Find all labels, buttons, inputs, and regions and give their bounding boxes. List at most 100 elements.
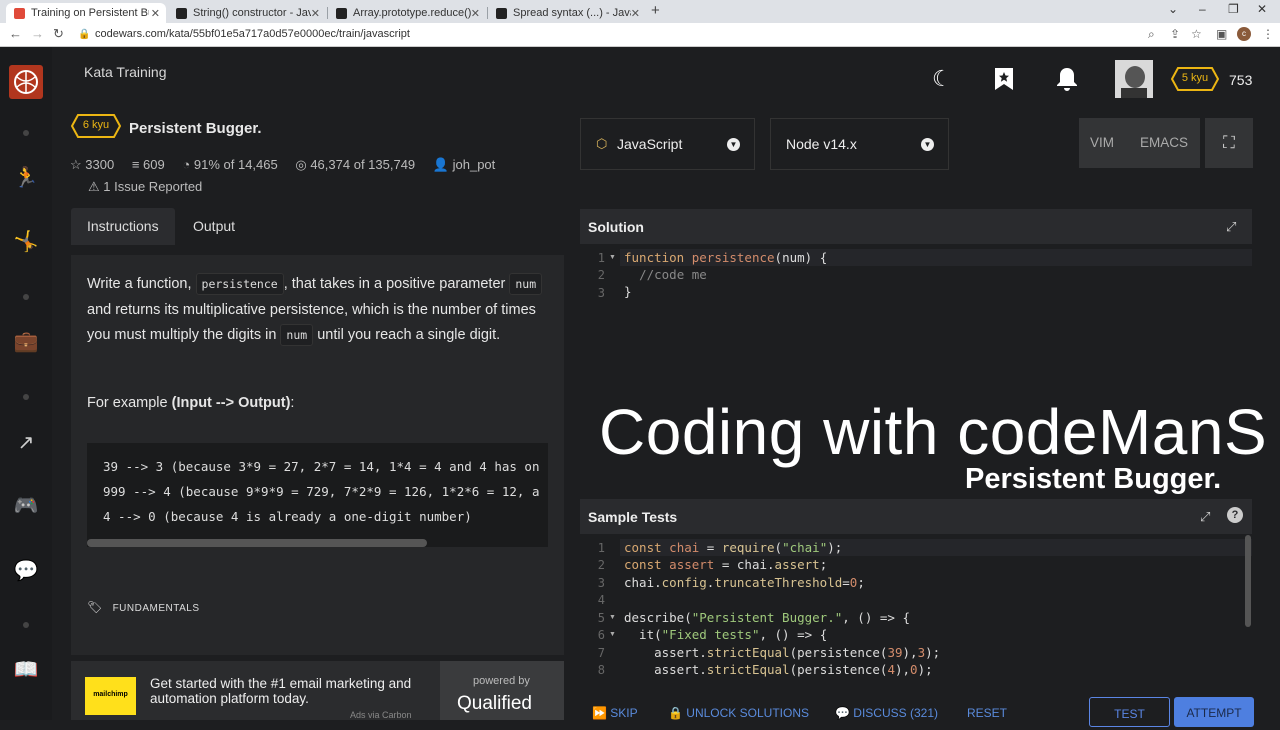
left-sidebar: 🏃 🤸 💼 ↗ 🎮 💬 📖 xyxy=(0,47,52,720)
browser-menu-icon[interactable]: ⋮ xyxy=(1262,27,1274,41)
carbon-ad[interactable]: mailchimp Get started with the #1 email … xyxy=(71,661,564,720)
attempt-button[interactable]: ATTEMPT xyxy=(1174,697,1254,727)
line-number: 5 xyxy=(597,611,605,625)
bookmark-icon[interactable] xyxy=(994,67,1014,97)
mdn-favicon-icon xyxy=(336,7,347,19)
lock-icon[interactable]: 🔒 xyxy=(78,29,90,40)
example-intro: For example xyxy=(87,395,172,411)
solution-editor[interactable]: 1 ▼ 2 3 function persistence(num) { //co… xyxy=(580,245,1252,355)
reload-icon[interactable]: ↻ xyxy=(53,26,64,42)
kata-stats: ☆ 3300 ≡ 609 ◔ 91% of 14,465 ◎ 46,374 of… xyxy=(70,157,509,173)
help-icon[interactable]: ? xyxy=(1227,507,1243,523)
tab-search-icon[interactable]: ⌄ xyxy=(1168,2,1178,16)
video-overlay-subtitle: Persistent Bugger. xyxy=(965,463,1222,495)
vim-mode-button[interactable]: VIM xyxy=(1090,135,1114,150)
line-number: 8 xyxy=(597,663,605,677)
issues-link[interactable]: ⚠ 1 Issue Reported xyxy=(88,179,202,195)
fullscreen-button[interactable]: ⛶ xyxy=(1205,118,1253,168)
horizontal-scrollbar[interactable] xyxy=(87,539,427,547)
user-avatar[interactable] xyxy=(1115,60,1153,98)
chat-icon[interactable]: 💬 xyxy=(13,558,39,584)
discuss-button[interactable]: 💬 DISCUSS (321) xyxy=(835,706,938,720)
skip-label: SKIP xyxy=(610,706,638,720)
browser-profile-avatar[interactable]: c xyxy=(1237,27,1251,41)
share-icon[interactable]: ⇪ xyxy=(1170,27,1180,41)
fold-arrow-icon[interactable]: ▼ xyxy=(609,631,616,638)
line-number: 7 xyxy=(597,646,605,660)
code-line: it("Fixed tests", () => { xyxy=(624,627,828,642)
skip-button[interactable]: ⏩ SKIP xyxy=(592,706,638,720)
new-tab-button[interactable]: + xyxy=(651,2,660,19)
language-select[interactable]: ⬡ JavaScript ▼ xyxy=(580,118,755,170)
browser-tab-string[interactable]: String() constructor - JavaScript | ✕ xyxy=(168,3,326,23)
chevron-down-icon: ▼ xyxy=(921,138,934,151)
forward-icon[interactable]: → xyxy=(31,26,44,41)
url-field[interactable]: codewars.com/kata/55bf01e5a717a0d57e0000… xyxy=(95,28,410,40)
qualified-badge[interactable]: powered by Qualified xyxy=(440,661,564,720)
code-line: } xyxy=(624,284,632,299)
expand-icon[interactable]: ⤢ xyxy=(1226,219,1236,235)
close-tab-icon[interactable]: ✕ xyxy=(151,7,160,20)
codewars-logo-icon xyxy=(14,70,38,94)
line-number: 2 xyxy=(597,558,605,572)
warning-icon: ⚠ xyxy=(88,179,100,194)
back-icon[interactable]: ← xyxy=(9,26,22,41)
dark-mode-moon-icon[interactable]: ☾ xyxy=(932,66,952,92)
side-panel-icon[interactable]: ▣ xyxy=(1216,27,1227,41)
sample-tests-header: Sample Tests ⤢ ? xyxy=(580,499,1252,534)
practice-icon[interactable]: 🤸 xyxy=(13,229,39,255)
address-bar: ← → ↻ 🔒 codewars.com/kata/55bf01e5a717a0… xyxy=(0,23,1280,47)
vertical-scrollbar[interactable] xyxy=(1245,535,1251,627)
comments-icon: 💬 xyxy=(835,706,850,720)
test-button[interactable]: TEST xyxy=(1089,697,1170,727)
maximize-icon[interactable]: ❐ xyxy=(1228,2,1239,16)
discuss-label: DISCUSS (321) xyxy=(853,706,938,720)
runtime-select[interactable]: Node v14.x ▼ xyxy=(770,118,949,170)
close-window-icon[interactable]: ✕ xyxy=(1257,2,1267,16)
briefcase-icon[interactable]: 💼 xyxy=(13,329,39,355)
training-icon[interactable]: 🏃 xyxy=(13,165,39,191)
docs-book-icon[interactable]: 📖 xyxy=(13,657,39,683)
browser-tab-spread[interactable]: Spread syntax (...) - JavaScript | M ✕ xyxy=(488,3,646,23)
kata-tag[interactable]: 🏷 FUNDAMENTALS xyxy=(87,600,200,614)
unlock-solutions-button[interactable]: 🔒 UNLOCK SOLUTIONS xyxy=(668,706,809,720)
discord-icon[interactable]: 🎮 xyxy=(13,493,39,519)
notifications-bell-icon[interactable] xyxy=(1056,67,1078,97)
minimize-icon[interactable]: – xyxy=(1199,2,1206,16)
satisfaction-of: of 14,465 xyxy=(223,157,278,172)
star-icon[interactable]: ☆ xyxy=(70,157,82,172)
tests-editor[interactable]: 1 2 3 4 5 ▼ 6 ▼ 7 8 const chai = require… xyxy=(580,537,1252,677)
close-tab-icon[interactable]: ✕ xyxy=(471,7,480,20)
line-number: 3 xyxy=(597,576,605,590)
browser-tab-codewars[interactable]: Training on Persistent Bugger. | C ✕ xyxy=(6,3,166,23)
user-rank-badge[interactable]: 5 kyu xyxy=(1170,67,1220,91)
leaderboard-trend-icon[interactable]: ↗ xyxy=(13,430,39,456)
collections-count: 609 xyxy=(143,157,165,172)
javascript-icon: ⬡ xyxy=(596,136,608,151)
sidebar-dot xyxy=(23,294,29,300)
browser-tab-reduce[interactable]: Array.prototype.reduce() - JavaSc ✕ xyxy=(328,3,486,23)
language-label: JavaScript xyxy=(617,136,683,152)
bookmark-star-icon[interactable]: ☆ xyxy=(1191,27,1202,41)
tab-output[interactable]: Output xyxy=(177,208,251,245)
chevron-down-icon: ▼ xyxy=(727,138,740,151)
desc-text: Write a function, xyxy=(87,276,196,292)
close-tab-icon[interactable]: ✕ xyxy=(311,7,320,20)
code-line: chai.config.truncateThreshold=0; xyxy=(624,575,865,590)
fold-arrow-icon[interactable]: ▼ xyxy=(609,254,616,261)
codewars-logo[interactable] xyxy=(9,65,43,99)
collections-icon[interactable]: ≡ xyxy=(132,157,140,172)
codewars-favicon-icon xyxy=(14,7,25,19)
expand-icon[interactable]: ⤢ xyxy=(1200,509,1210,525)
tab-instructions[interactable]: Instructions xyxy=(71,208,175,245)
emacs-mode-button[interactable]: EMACS xyxy=(1140,135,1188,150)
fold-arrow-icon[interactable]: ▼ xyxy=(609,614,616,621)
close-tab-icon[interactable]: ✕ xyxy=(631,7,640,20)
author-name[interactable]: joh_pot xyxy=(453,157,496,172)
reset-button[interactable]: RESET xyxy=(967,706,1007,720)
code-line: assert.strictEqual(persistence(4),0); xyxy=(624,662,933,677)
line-number: 6 xyxy=(597,628,605,642)
stars-count: 3300 xyxy=(85,157,115,172)
zoom-icon[interactable]: ⌕ xyxy=(1148,27,1155,42)
example-code-block[interactable]: 39 --> 3 (because 3*9 = 27, 2*7 = 14, 1*… xyxy=(87,443,548,547)
